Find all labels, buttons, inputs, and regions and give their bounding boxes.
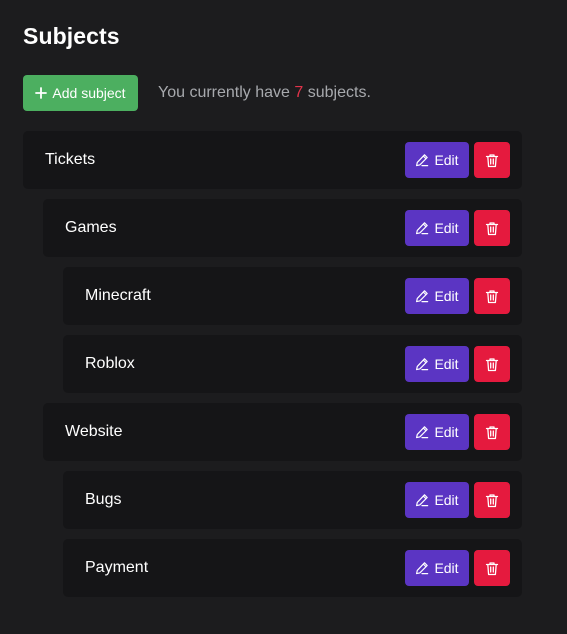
edit-button[interactable]: Edit [405,142,469,178]
subject-row: Minecraft Edit [63,267,522,325]
edit-button[interactable]: Edit [405,482,469,518]
delete-button[interactable] [474,482,510,518]
subject-row: Payment Edit [63,539,522,597]
count-prefix: You currently have [158,84,295,101]
subject-label: Tickets [45,151,96,168]
edit-label: Edit [434,288,459,304]
trash-icon [485,153,499,168]
toolbar: Add subject You currently have 7 subject… [23,75,371,111]
edit-button[interactable]: Edit [405,550,469,586]
subject-label: Bugs [85,491,122,508]
trash-icon [485,425,499,440]
pencil-icon [415,357,429,371]
delete-button[interactable] [474,414,510,450]
row-actions: Edit [405,550,510,586]
trash-icon [485,221,499,236]
edit-label: Edit [434,356,459,372]
delete-button[interactable] [474,346,510,382]
subject-label: Website [65,423,123,440]
page-title: Subjects [23,23,120,49]
pencil-icon [415,221,429,235]
row-actions: Edit [405,210,510,246]
edit-button[interactable]: Edit [405,278,469,314]
edit-button[interactable]: Edit [405,346,469,382]
row-actions: Edit [405,346,510,382]
edit-label: Edit [434,220,459,236]
row-actions: Edit [405,414,510,450]
delete-button[interactable] [474,278,510,314]
trash-icon [485,289,499,304]
pencil-icon [415,561,429,575]
edit-button[interactable]: Edit [405,210,469,246]
trash-icon [485,561,499,576]
delete-button[interactable] [474,210,510,246]
subject-count-text: You currently have 7 subjects. [158,84,371,102]
subject-row: Website Edit [43,403,522,461]
subject-row: Roblox Edit [63,335,522,393]
add-subject-button[interactable]: Add subject [23,75,138,111]
edit-label: Edit [434,424,459,440]
row-actions: Edit [405,278,510,314]
edit-button[interactable]: Edit [405,414,469,450]
delete-button[interactable] [474,550,510,586]
subject-count-value: 7 [294,84,304,101]
subject-label: Roblox [85,355,135,372]
subject-row: Games Edit [43,199,522,257]
row-actions: Edit [405,482,510,518]
subject-label: Payment [85,559,149,576]
subject-row: Tickets Edit [23,131,522,189]
plus-icon [35,87,48,99]
subject-row: Bugs Edit [63,471,522,529]
pencil-icon [415,493,429,507]
subjects-page: Subjects Add subject You currently have … [0,0,567,634]
edit-label: Edit [434,152,459,168]
trash-icon [485,357,499,372]
pencil-icon [415,425,429,439]
edit-label: Edit [434,492,459,508]
delete-button[interactable] [474,142,510,178]
row-actions: Edit [405,142,510,178]
add-subject-label: Add subject [52,85,126,101]
trash-icon [485,493,499,508]
edit-label: Edit [434,560,459,576]
pencil-icon [415,153,429,167]
subject-label: Games [65,219,117,236]
count-suffix: subjects. [303,84,371,101]
pencil-icon [415,289,429,303]
subject-label: Minecraft [85,287,151,304]
